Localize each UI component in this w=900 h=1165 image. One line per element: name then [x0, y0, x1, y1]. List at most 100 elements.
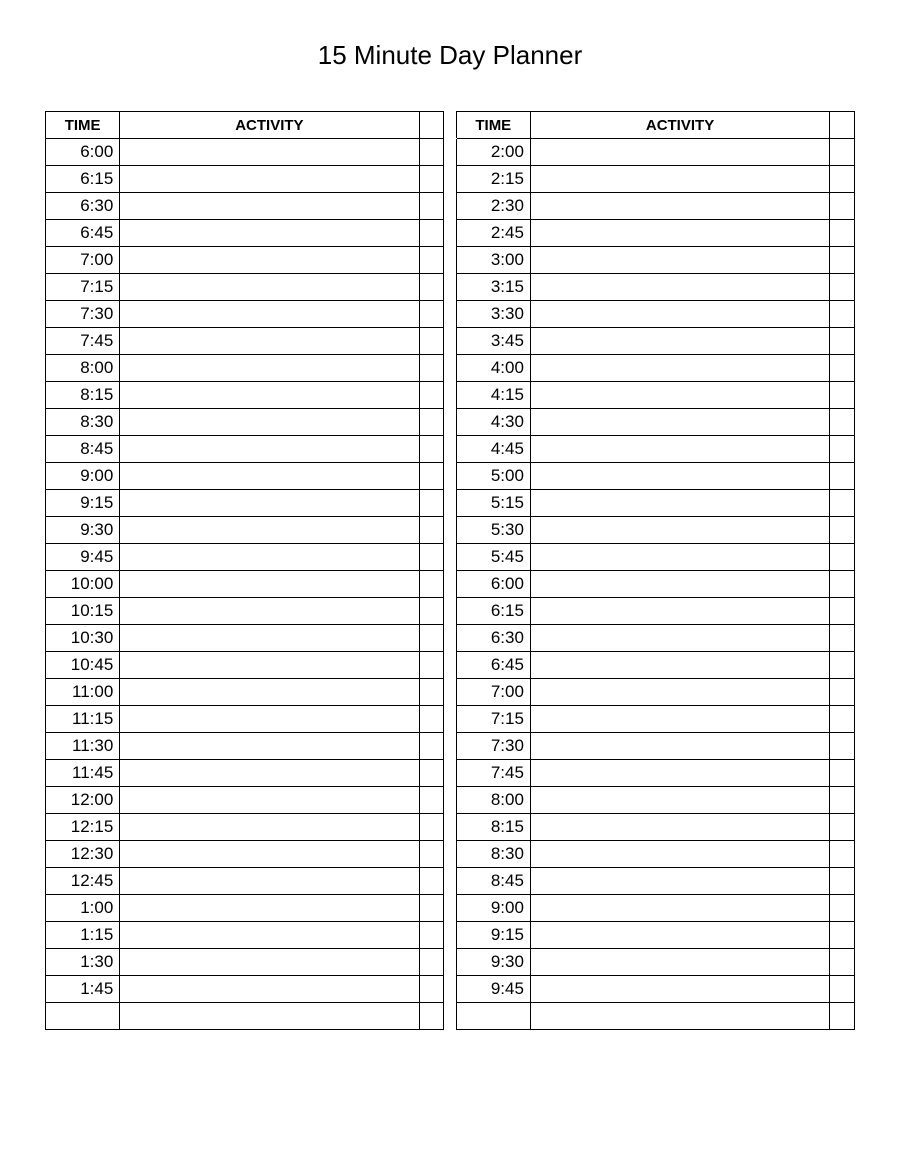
activity-cell-right[interactable] — [530, 490, 829, 517]
check-cell-left[interactable] — [419, 625, 444, 652]
check-cell-left[interactable] — [419, 895, 444, 922]
activity-cell-left[interactable] — [120, 220, 419, 247]
activity-cell-left[interactable] — [120, 517, 419, 544]
activity-cell-right[interactable] — [530, 409, 829, 436]
check-cell-right[interactable] — [830, 814, 855, 841]
activity-cell-left[interactable] — [120, 733, 419, 760]
check-cell-right[interactable] — [830, 355, 855, 382]
activity-cell-right[interactable] — [530, 274, 829, 301]
check-cell-right[interactable] — [830, 490, 855, 517]
check-cell-right[interactable] — [830, 598, 855, 625]
activity-cell-left[interactable] — [120, 922, 419, 949]
check-cell-left[interactable] — [419, 193, 444, 220]
activity-cell-left[interactable] — [120, 409, 419, 436]
check-cell-left[interactable] — [419, 382, 444, 409]
check-cell-left[interactable] — [419, 787, 444, 814]
activity-cell-left[interactable] — [120, 463, 419, 490]
check-cell-left[interactable] — [419, 922, 444, 949]
activity-cell-right[interactable] — [530, 301, 829, 328]
activity-cell-left[interactable] — [120, 976, 419, 1003]
activity-cell-right[interactable] — [530, 868, 829, 895]
activity-cell-left[interactable] — [120, 841, 419, 868]
activity-cell-right[interactable] — [530, 193, 829, 220]
activity-cell-left[interactable] — [120, 274, 419, 301]
check-cell-left[interactable] — [419, 355, 444, 382]
check-cell-right[interactable] — [830, 436, 855, 463]
check-cell-left[interactable] — [419, 436, 444, 463]
activity-cell-left[interactable] — [120, 760, 419, 787]
activity-cell-right[interactable] — [530, 976, 829, 1003]
check-cell-right[interactable] — [830, 949, 855, 976]
check-cell-left[interactable] — [419, 841, 444, 868]
check-cell-left[interactable] — [419, 706, 444, 733]
check-cell-right[interactable] — [830, 544, 855, 571]
check-cell-left[interactable] — [419, 301, 444, 328]
check-cell-right[interactable] — [830, 166, 855, 193]
check-cell-left[interactable] — [419, 571, 444, 598]
activity-cell-right[interactable] — [530, 247, 829, 274]
activity-cell-right[interactable] — [530, 463, 829, 490]
activity-cell-right[interactable] — [530, 895, 829, 922]
activity-cell-left[interactable] — [120, 544, 419, 571]
activity-cell-right[interactable] — [530, 949, 829, 976]
check-cell-left[interactable] — [419, 652, 444, 679]
activity-cell-right[interactable] — [530, 328, 829, 355]
activity-cell-left[interactable] — [120, 706, 419, 733]
activity-cell-left[interactable] — [120, 598, 419, 625]
check-cell-right[interactable] — [830, 301, 855, 328]
activity-cell-left[interactable] — [120, 1003, 419, 1030]
check-cell-left[interactable] — [419, 814, 444, 841]
check-cell-left[interactable] — [419, 544, 444, 571]
activity-cell-right[interactable] — [530, 625, 829, 652]
activity-cell-right[interactable] — [530, 139, 829, 166]
check-cell-left[interactable] — [419, 166, 444, 193]
activity-cell-right[interactable] — [530, 571, 829, 598]
activity-cell-right[interactable] — [530, 166, 829, 193]
activity-cell-right[interactable] — [530, 544, 829, 571]
activity-cell-left[interactable] — [120, 868, 419, 895]
activity-cell-left[interactable] — [120, 652, 419, 679]
activity-cell-right[interactable] — [530, 787, 829, 814]
check-cell-right[interactable] — [830, 193, 855, 220]
check-cell-left[interactable] — [419, 760, 444, 787]
check-cell-right[interactable] — [830, 976, 855, 1003]
check-cell-right[interactable] — [830, 868, 855, 895]
check-cell-right[interactable] — [830, 625, 855, 652]
check-cell-right[interactable] — [830, 463, 855, 490]
check-cell-right[interactable] — [830, 733, 855, 760]
activity-cell-left[interactable] — [120, 679, 419, 706]
activity-cell-left[interactable] — [120, 247, 419, 274]
activity-cell-left[interactable] — [120, 355, 419, 382]
check-cell-left[interactable] — [419, 463, 444, 490]
check-cell-right[interactable] — [830, 841, 855, 868]
activity-cell-left[interactable] — [120, 166, 419, 193]
activity-cell-right[interactable] — [530, 436, 829, 463]
activity-cell-right[interactable] — [530, 922, 829, 949]
activity-cell-right[interactable] — [530, 841, 829, 868]
check-cell-left[interactable] — [419, 328, 444, 355]
check-cell-right[interactable] — [830, 220, 855, 247]
check-cell-right[interactable] — [830, 409, 855, 436]
activity-cell-right[interactable] — [530, 1003, 829, 1030]
check-cell-left[interactable] — [419, 868, 444, 895]
check-cell-right[interactable] — [830, 571, 855, 598]
activity-cell-right[interactable] — [530, 706, 829, 733]
check-cell-right[interactable] — [830, 895, 855, 922]
activity-cell-left[interactable] — [120, 328, 419, 355]
check-cell-left[interactable] — [419, 949, 444, 976]
check-cell-right[interactable] — [830, 679, 855, 706]
activity-cell-right[interactable] — [530, 652, 829, 679]
activity-cell-left[interactable] — [120, 949, 419, 976]
check-cell-left[interactable] — [419, 976, 444, 1003]
check-cell-right[interactable] — [830, 328, 855, 355]
check-cell-left[interactable] — [419, 1003, 444, 1030]
check-cell-right[interactable] — [830, 922, 855, 949]
activity-cell-left[interactable] — [120, 301, 419, 328]
check-cell-right[interactable] — [830, 760, 855, 787]
activity-cell-right[interactable] — [530, 814, 829, 841]
activity-cell-right[interactable] — [530, 679, 829, 706]
check-cell-left[interactable] — [419, 598, 444, 625]
activity-cell-left[interactable] — [120, 625, 419, 652]
check-cell-right[interactable] — [830, 517, 855, 544]
activity-cell-right[interactable] — [530, 382, 829, 409]
